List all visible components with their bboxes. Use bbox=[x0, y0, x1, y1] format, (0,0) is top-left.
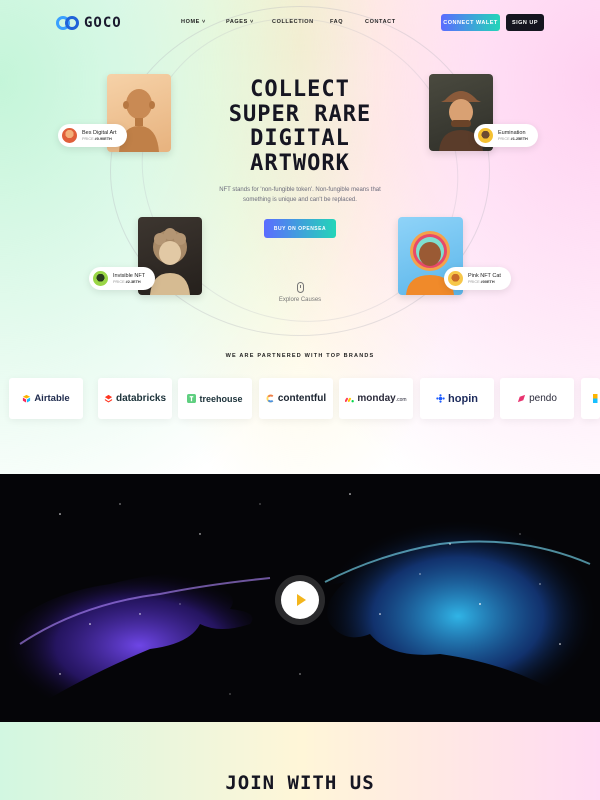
avatar bbox=[448, 271, 463, 286]
partners-title: WE ARE PARTNERED WITH TOP BRANDS bbox=[225, 353, 375, 359]
partner-logo-airtable[interactable]: Airtable bbox=[9, 378, 83, 419]
partner-logo-contentful[interactable]: contentful bbox=[259, 378, 333, 419]
treehouse-icon bbox=[187, 394, 197, 403]
nft-card[interactable]: Eumination PRICE #1.25ETH bbox=[474, 124, 538, 147]
mouse-scroll-icon bbox=[296, 282, 304, 293]
partner-logo-partial[interactable] bbox=[581, 378, 600, 419]
brand-logo[interactable]: GOCO bbox=[56, 15, 122, 31]
play-icon bbox=[297, 594, 306, 606]
connect-wallet-button[interactable]: CONNECT WALET bbox=[441, 14, 500, 31]
infinity-logo-icon bbox=[56, 16, 80, 30]
pendo-icon bbox=[517, 394, 526, 403]
hero-description: NFT stands for 'non-fungible token'. Non… bbox=[219, 187, 381, 203]
monday-icon bbox=[345, 397, 355, 403]
sign-up-button[interactable]: SIGN UP bbox=[506, 14, 544, 31]
partner-logo-hopin[interactable]: hopin bbox=[420, 378, 494, 419]
nft-card[interactable]: Invisible NFT PRICE #2.3ETH bbox=[89, 267, 156, 290]
partner-logo-databricks[interactable]: databricks bbox=[98, 378, 172, 419]
nft-card[interactable]: Pink NFT Cat PRICE #00ETH bbox=[444, 267, 511, 290]
databricks-icon bbox=[104, 394, 113, 403]
buy-on-opensea-button[interactable]: BUY ON OPENSEA bbox=[264, 219, 336, 238]
colorful-icon bbox=[593, 394, 598, 403]
brand-name: GOCO bbox=[84, 15, 122, 31]
join-title: JOIN WITH US bbox=[225, 772, 375, 794]
chevron-down-icon: ˅ bbox=[202, 19, 206, 25]
partner-logo-treehouse[interactable]: treehouse bbox=[178, 378, 252, 419]
airtable-icon bbox=[23, 394, 31, 403]
avatar bbox=[62, 128, 77, 143]
explore-causes-link[interactable]: Explore Causes bbox=[260, 282, 340, 303]
hopin-icon bbox=[436, 394, 445, 403]
play-button[interactable] bbox=[281, 581, 319, 619]
avatar bbox=[93, 271, 108, 286]
nav-home[interactable]: HOME ˅ bbox=[181, 19, 206, 25]
hero-title: COLLECT SUPER RARE DIGITAL ARTWORK bbox=[228, 77, 372, 176]
partner-logo-pendo[interactable]: pendo bbox=[500, 378, 574, 419]
partner-logo-monday[interactable]: monday.com bbox=[339, 378, 413, 419]
contentful-icon bbox=[266, 394, 274, 403]
avatar bbox=[478, 128, 493, 143]
nft-card[interactable]: Bes Digital Art PRICE #0.90ETH bbox=[58, 124, 127, 147]
